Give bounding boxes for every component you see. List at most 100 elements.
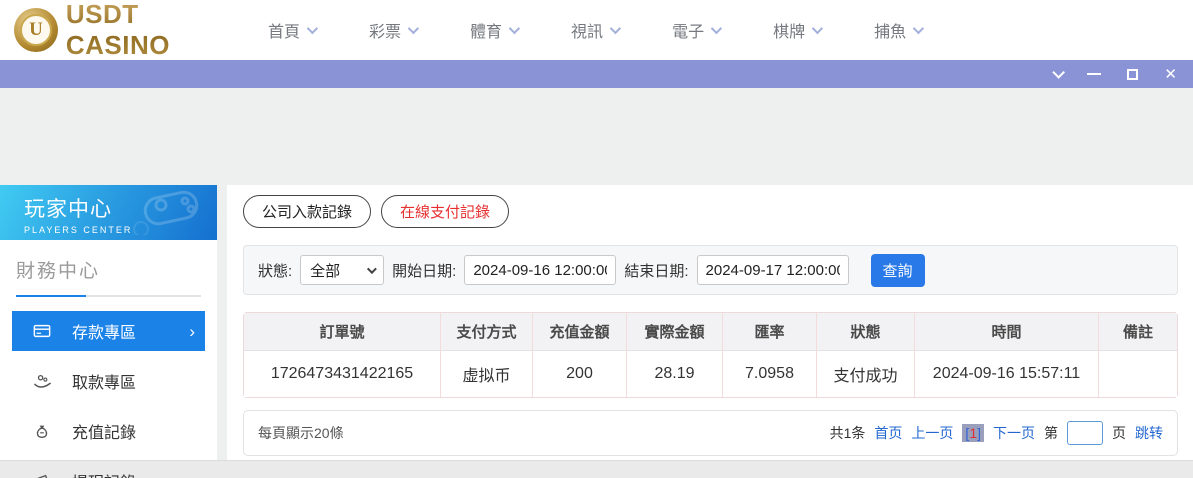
nav-item-label: 棋牌	[773, 18, 805, 42]
window-collapse-icon[interactable]	[1053, 66, 1066, 79]
nav-item-lottery[interactable]: 彩票	[369, 18, 416, 42]
nav-item-label: 體育	[470, 18, 502, 42]
filter-bar: 狀態: 全部 開始日期: 結束日期: 查詢	[243, 245, 1178, 295]
cell-status: 支付成功	[816, 351, 914, 397]
sidebar-item-label: 提現記錄	[72, 469, 136, 478]
cell-order-no: 1726473431422165	[244, 351, 440, 397]
chevron-down-icon	[509, 23, 520, 34]
main-nav: 首頁 彩票 體育 視訊 電子 棋牌 捕魚	[268, 18, 921, 42]
sidebar-item-label: 取款專區	[72, 369, 136, 393]
cell-pay-method: 虚拟币	[440, 351, 532, 397]
gamepad-icon	[127, 189, 207, 235]
end-date-label: 結束日期:	[624, 260, 688, 281]
status-select[interactable]: 全部	[300, 255, 384, 285]
page-jump-input[interactable]	[1067, 421, 1103, 445]
chevron-down-icon	[812, 23, 823, 34]
window-minimize-icon[interactable]	[1087, 73, 1101, 75]
records-table: 訂單號 支付方式 充值金額 實際金額 匯率 狀態 時間 備註 172647343…	[243, 312, 1178, 398]
search-button[interactable]: 查詢	[871, 254, 925, 287]
chevron-down-icon	[610, 23, 621, 34]
col-header-remark: 備註	[1098, 313, 1177, 351]
nav-item-label: 電子	[672, 18, 704, 42]
current-page-number: 1	[969, 425, 977, 441]
status-label: 狀態:	[258, 260, 292, 281]
nav-item-label: 視訊	[571, 18, 603, 42]
col-header-status: 狀態	[816, 313, 914, 351]
wallet-icon	[32, 471, 52, 478]
tab-company-deposit-record[interactable]: 公司入款記錄	[243, 195, 371, 228]
table-footer: 每頁顯示20條 共1条 首页 上一页 [1] 下一页 第 页 跳转	[243, 410, 1178, 456]
top-header: U USDT CASINO 首頁 彩票 體育 視訊 電子 棋牌 捕魚	[0, 0, 1193, 60]
nav-item-label: 首頁	[268, 18, 300, 42]
sidebar: 玩家中心 PLAYERS CENTER 財務中心 存款專區 › 取款專區	[0, 185, 217, 460]
finance-section-title: 財務中心	[16, 256, 201, 295]
nav-item-live[interactable]: 視訊	[571, 18, 618, 42]
hand-money-icon	[32, 371, 52, 391]
cell-remark	[1098, 351, 1177, 397]
record-tabs: 公司入款記錄 在線支付記錄	[243, 195, 1178, 228]
bracket-close: ]	[977, 425, 981, 441]
cell-actual-amount: 28.19	[626, 351, 722, 397]
nav-item-fishing[interactable]: 捕魚	[874, 18, 921, 42]
sidebar-item-label: 存款專區	[72, 319, 136, 343]
sidebar-item-deposit[interactable]: 存款專區 ›	[12, 311, 205, 351]
start-date-label: 開始日期:	[392, 260, 456, 281]
jump-prefix-label: 第	[1044, 423, 1058, 443]
nav-item-label: 捕魚	[874, 18, 906, 42]
chevron-down-icon	[711, 23, 722, 34]
current-page-indicator: [1]	[962, 424, 984, 442]
coin-letter: U	[20, 14, 52, 46]
first-page-link[interactable]: 首页	[874, 423, 902, 443]
next-page-link[interactable]: 下一页	[993, 423, 1035, 443]
chevron-down-icon	[408, 23, 419, 34]
tab-online-payment-record[interactable]: 在線支付記錄	[381, 195, 509, 228]
status-select-value: 全部	[310, 260, 340, 281]
chevron-right-icon: ›	[189, 323, 195, 340]
page-size-text: 每頁顯示20條	[258, 423, 344, 443]
money-bag-icon	[32, 421, 52, 441]
sidebar-item-withdraw-record[interactable]: 提現記錄	[0, 461, 217, 478]
jump-button[interactable]: 跳转	[1135, 423, 1163, 443]
cell-time: 2024-09-16 15:57:11	[914, 351, 1098, 397]
pagination: 共1条 首页 上一页 [1] 下一页 第 页 跳转	[830, 421, 1163, 445]
section-underline	[16, 295, 201, 297]
sidebar-header: 玩家中心 PLAYERS CENTER	[0, 185, 217, 240]
chevron-down-icon	[367, 264, 377, 274]
col-header-order-no: 訂單號	[244, 313, 440, 351]
chevron-down-icon	[307, 23, 318, 34]
finance-section: 財務中心	[0, 240, 217, 297]
window-maximize-icon[interactable]	[1127, 69, 1138, 80]
start-date-input[interactable]	[464, 255, 616, 285]
total-count-text: 共1条	[830, 423, 866, 443]
main-content: 公司入款記錄 在線支付記錄 狀態: 全部 開始日期: 結束日期: 查詢 訂單號	[227, 185, 1193, 460]
cell-rate: 7.0958	[722, 351, 816, 397]
jump-suffix-label: 页	[1112, 423, 1126, 443]
col-header-time: 時間	[914, 313, 1098, 351]
col-header-rate: 匯率	[722, 313, 816, 351]
table-row: 1726473431422165 虚拟币 200 28.19 7.0958 支付…	[244, 351, 1177, 397]
nav-item-poker[interactable]: 棋牌	[773, 18, 820, 42]
col-header-pay-method: 支付方式	[440, 313, 532, 351]
end-date-input[interactable]	[697, 255, 849, 285]
window-titlebar: ✕	[0, 60, 1193, 88]
cell-recharge-amount: 200	[532, 351, 626, 397]
sidebar-divider	[217, 185, 227, 460]
window-close-icon[interactable]: ✕	[1164, 67, 1177, 82]
table-header-row: 訂單號 支付方式 充值金額 實際金額 匯率 狀態 時間 備註	[244, 313, 1177, 351]
prev-page-link[interactable]: 上一页	[911, 423, 953, 443]
nav-item-home[interactable]: 首頁	[268, 18, 315, 42]
sidebar-item-recharge-record[interactable]: 充值記錄	[0, 411, 217, 451]
logo[interactable]: U USDT CASINO	[0, 0, 250, 61]
nav-item-sports[interactable]: 體育	[470, 18, 517, 42]
sidebar-item-label: 充值記錄	[72, 419, 136, 443]
sidebar-item-withdraw[interactable]: 取款專區	[0, 361, 217, 401]
coin-logo-icon: U	[14, 8, 58, 52]
chevron-down-icon	[913, 23, 924, 34]
col-header-recharge-amount: 充值金額	[532, 313, 626, 351]
logo-text: USDT CASINO	[66, 0, 250, 61]
sidebar-menu: 存款專區 › 取款專區 充值記錄 提現記錄	[0, 311, 217, 478]
empty-banner-area	[0, 88, 1193, 185]
nav-item-label: 彩票	[369, 18, 401, 42]
nav-item-slots[interactable]: 電子	[672, 18, 719, 42]
bank-card-icon	[32, 321, 52, 341]
